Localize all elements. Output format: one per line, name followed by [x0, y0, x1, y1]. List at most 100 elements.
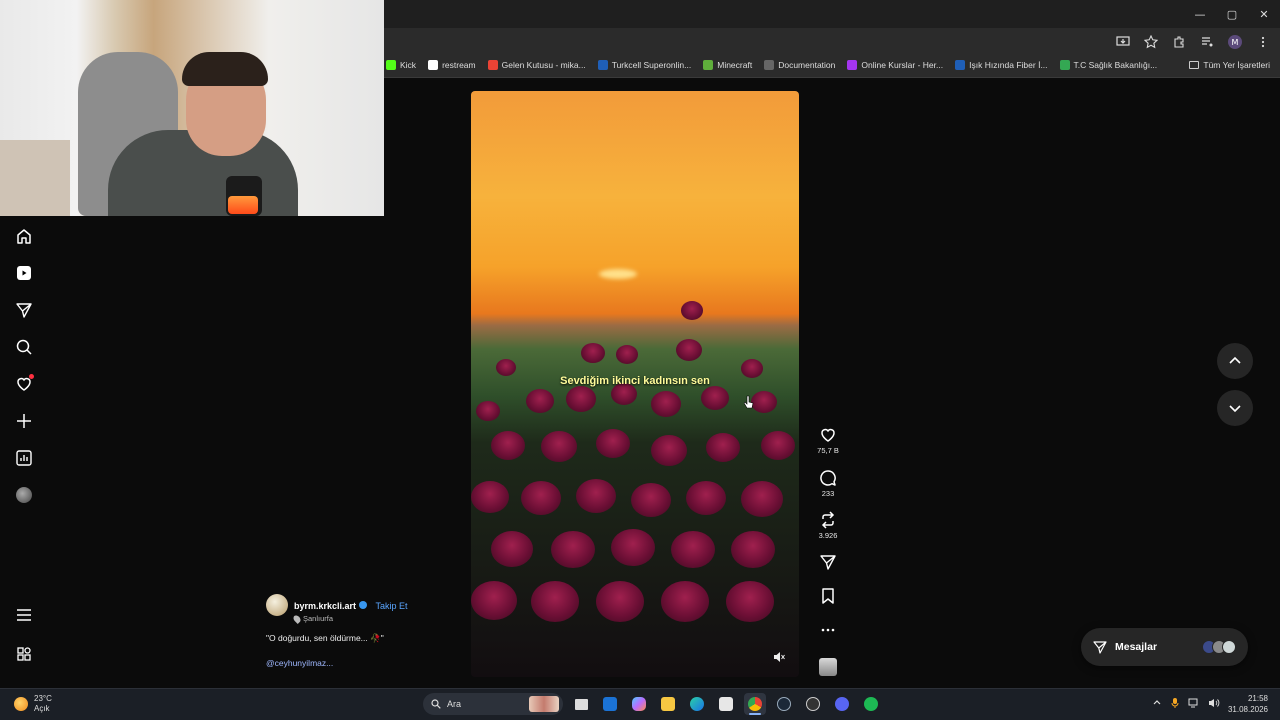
start-button[interactable] — [394, 693, 416, 715]
bookmark-item[interactable]: Gelen Kutusu - mika... — [487, 60, 586, 70]
post-info: byrm.krkcli.art Takip Et Şanlıurfa "O do… — [266, 594, 466, 668]
post-mention[interactable]: @ceyhunyilmaz... — [266, 658, 466, 668]
bookmark-item[interactable]: Online Kurslar - Her... — [847, 60, 943, 70]
nav-create[interactable] — [12, 409, 36, 433]
bookmark-item[interactable]: Documentation — [764, 60, 835, 70]
share-icon — [820, 555, 836, 570]
active-app-indicator — [749, 713, 761, 715]
next-reel-button[interactable] — [1217, 390, 1253, 426]
previous-reel-button[interactable] — [1217, 343, 1253, 379]
flower — [726, 581, 774, 622]
outlook-icon — [603, 697, 617, 711]
flower — [671, 531, 715, 569]
repost-button[interactable]: 3.926 — [810, 511, 846, 540]
bookmark-label: Işık Hızında Fiber İ... — [969, 60, 1048, 70]
save-button[interactable] — [810, 587, 846, 605]
weather-temperature: 23°C — [34, 694, 52, 703]
author-avatar[interactable] — [266, 594, 288, 616]
nav-messages[interactable] — [12, 298, 36, 322]
also-from-meta-icon[interactable] — [16, 646, 32, 662]
bookmark-item[interactable]: Minecraft — [703, 60, 752, 70]
bookmark-item[interactable]: Turkcell Superonlin... — [597, 60, 692, 70]
bookmark-favicon-icon — [428, 60, 439, 70]
flower — [596, 581, 644, 622]
extensions-icon[interactable] — [1170, 33, 1188, 51]
copilot-app[interactable] — [628, 693, 650, 715]
chrome-app[interactable] — [744, 693, 766, 715]
bookmark-item[interactable]: Işık Hızında Fiber İ... — [955, 60, 1048, 70]
spotify-app[interactable] — [860, 693, 882, 715]
home-icon — [17, 229, 31, 244]
bookmarks-list: Kick restream Gelen Kutusu - mika... Turkce… — [386, 60, 1157, 70]
nav-insights[interactable] — [12, 446, 36, 470]
bookmark-label: Minecraft — [717, 60, 753, 70]
chrome-icon — [748, 697, 762, 711]
media-controls-icon[interactable] — [1198, 33, 1216, 51]
bookmark-favicon-icon — [487, 60, 498, 70]
post-location[interactable]: Şanlıurfa — [292, 613, 466, 624]
chevron-down-icon — [1229, 405, 1241, 413]
minimize-button[interactable]: — — [1184, 0, 1216, 28]
flower — [551, 531, 595, 569]
flower — [631, 483, 671, 517]
folder-icon — [1189, 61, 1200, 69]
steam-app[interactable] — [773, 693, 795, 715]
profile-initial: M — [1228, 35, 1242, 49]
network-icon[interactable] — [1188, 698, 1200, 711]
hamburger-menu-icon[interactable] — [16, 608, 32, 622]
edge-app[interactable] — [686, 693, 708, 715]
bookmark-label: Turkcell Superonlin... — [611, 60, 692, 70]
taskbar-search[interactable]: Ara — [423, 693, 563, 715]
windows-logo-icon — [397, 696, 413, 712]
obs-app[interactable] — [802, 693, 824, 715]
bookmark-item[interactable]: restream — [428, 60, 476, 70]
store-app[interactable] — [715, 693, 737, 715]
nav-reels[interactable] — [12, 261, 36, 285]
discord-app[interactable] — [831, 693, 853, 715]
chevron-up-icon[interactable] — [1152, 698, 1162, 711]
bookmark-item[interactable]: Kick — [386, 60, 416, 70]
share-button[interactable] — [810, 553, 846, 571]
weather-widget[interactable]: 23°C Açık — [14, 694, 52, 714]
location-pin-icon — [292, 613, 302, 624]
flower — [491, 431, 525, 460]
bookmark-label: Documentation — [778, 60, 836, 70]
messages-button[interactable]: Mesajlar — [1081, 628, 1248, 666]
messenger-icon — [1093, 641, 1107, 654]
nav-search[interactable] — [12, 335, 36, 359]
flower — [701, 386, 729, 410]
microphone-icon[interactable] — [1170, 697, 1180, 712]
author-username[interactable]: byrm.krkcli.art — [294, 601, 356, 611]
message-avatars — [1202, 640, 1236, 654]
bookmark-item[interactable]: T.C Sağlık Bakanlığı... — [1059, 60, 1157, 70]
nav-profile[interactable] — [12, 483, 36, 507]
all-bookmarks-button[interactable]: Tüm Yer İşaretleri — [1189, 60, 1270, 70]
task-view-button[interactable] — [570, 693, 592, 715]
comment-icon — [820, 470, 836, 486]
more-options-button[interactable] — [810, 621, 846, 639]
file-explorer-app[interactable] — [657, 693, 679, 715]
original-audio-thumbnail[interactable] — [819, 658, 837, 676]
nav-home[interactable] — [12, 224, 36, 248]
flower — [491, 531, 533, 567]
close-button[interactable]: ✕ — [1248, 0, 1280, 28]
follow-button[interactable]: Takip Et — [376, 601, 408, 611]
taskbar-clock[interactable]: 21:58 31.08.2026 — [1228, 693, 1268, 715]
reel-video[interactable]: Sevdiğim ikinci kadınsın sen — [471, 91, 799, 677]
outlook-app[interactable] — [599, 693, 621, 715]
install-app-icon[interactable] — [1114, 33, 1132, 51]
flower — [681, 301, 703, 320]
profile-button[interactable]: M — [1226, 33, 1244, 51]
volume-icon[interactable] — [773, 651, 787, 665]
like-button[interactable]: 75,7 B — [810, 426, 846, 455]
volume-icon[interactable] — [1208, 698, 1220, 711]
flower — [686, 481, 726, 515]
webcam-overlay — [0, 0, 384, 216]
nav-notifications[interactable] — [12, 372, 36, 396]
comment-button[interactable]: 233 — [810, 469, 846, 498]
maximize-button[interactable]: ▢ — [1216, 0, 1248, 28]
flower — [531, 581, 579, 622]
flower — [651, 391, 681, 417]
bookmark-star-icon[interactable] — [1142, 33, 1160, 51]
kebab-menu-icon[interactable] — [1254, 33, 1272, 51]
